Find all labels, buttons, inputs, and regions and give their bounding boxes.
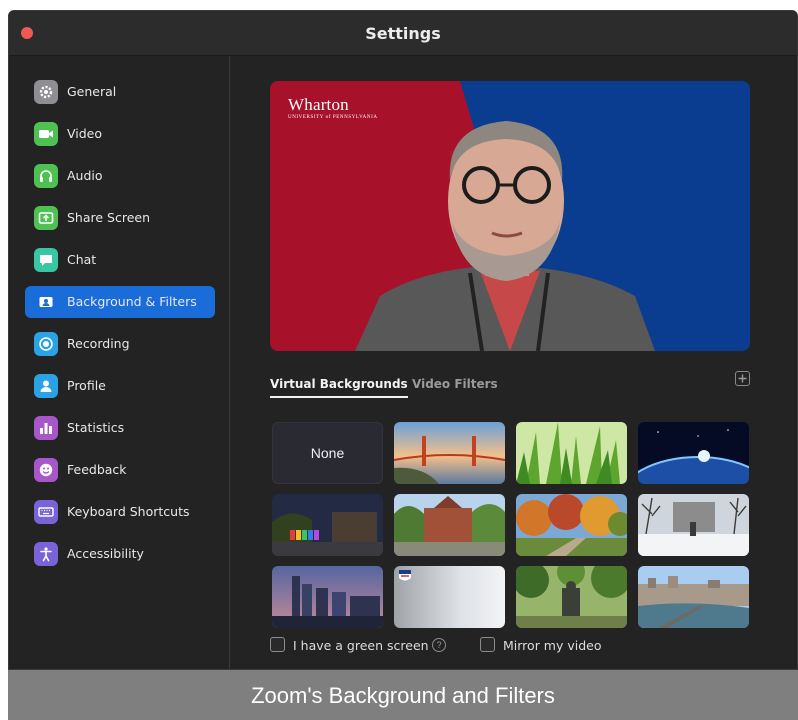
bar-chart-icon: [34, 416, 58, 440]
sidebar-item-label: Video: [67, 126, 103, 141]
sidebar-item-label: Feedback: [67, 462, 127, 477]
settings-sidebar: General Video Audio Share Screen Chat Ba…: [9, 56, 230, 669]
sidebar-item-general[interactable]: General: [25, 76, 215, 108]
title-bar: Settings: [9, 11, 797, 56]
green-screen-label: I have a green screen: [293, 638, 429, 653]
mirror-video-label: Mirror my video: [503, 638, 602, 653]
window-title: Settings: [365, 24, 441, 43]
background-gray-gradient-logo[interactable]: [394, 566, 505, 628]
green-screen-checkbox[interactable]: [270, 637, 285, 652]
background-grass[interactable]: [516, 422, 627, 484]
plus-icon: [738, 374, 747, 383]
background-filters-panel: Wharton UNIVERSITY of PENNSYLVANIA Virtu…: [231, 56, 797, 669]
accessibility-icon: [34, 542, 58, 566]
help-icon[interactable]: ?: [432, 638, 446, 652]
background-statue-trees[interactable]: [516, 566, 627, 628]
background-golden-gate-bridge[interactable]: [394, 422, 505, 484]
background-none[interactable]: None: [272, 422, 383, 484]
sidebar-item-label: Share Screen: [67, 210, 151, 225]
sidebar-item-label: Keyboard Shortcuts: [67, 504, 190, 519]
sidebar-item-background-filters[interactable]: Background & Filters: [25, 286, 215, 318]
keyboard-icon: [34, 500, 58, 524]
sidebar-item-label: Profile: [67, 378, 106, 393]
caption-text: Zoom's Background and Filters: [251, 683, 555, 708]
mirror-video-checkbox[interactable]: [480, 637, 495, 652]
caption-bar: Zoom's Background and Filters: [8, 670, 798, 720]
background-campus-building[interactable]: [394, 494, 505, 556]
background-campus-night-lights[interactable]: [272, 494, 383, 556]
sidebar-item-label: Background & Filters: [67, 294, 197, 309]
background-snowy-campus[interactable]: [638, 494, 749, 556]
sidebar-item-share-screen[interactable]: Share Screen: [25, 202, 215, 234]
add-background-button[interactable]: [735, 371, 750, 386]
record-icon: [34, 332, 58, 356]
settings-window: Settings General Video Audio Share Scree…: [8, 10, 798, 670]
sidebar-item-label: Audio: [67, 168, 103, 183]
sidebar-item-video[interactable]: Video: [25, 118, 215, 150]
smiley-icon: [34, 458, 58, 482]
wharton-logo: Wharton UNIVERSITY of PENNSYLVANIA: [288, 95, 378, 120]
gear-icon: [34, 80, 58, 104]
sidebar-item-label: Chat: [67, 252, 97, 267]
background-tabs: Virtual Backgrounds Video Filters: [270, 374, 750, 398]
sidebar-item-label: Recording: [67, 336, 130, 351]
background-city-river[interactable]: [638, 566, 749, 628]
chat-bubble-icon: [34, 248, 58, 272]
share-screen-icon: [34, 206, 58, 230]
sidebar-item-recording[interactable]: Recording: [25, 328, 215, 360]
headphones-icon: [34, 164, 58, 188]
sidebar-item-label: General: [67, 84, 117, 99]
sidebar-item-label: Accessibility: [67, 546, 144, 561]
preview-image: [270, 81, 750, 351]
logo-name: Wharton: [288, 95, 349, 114]
sidebar-item-statistics[interactable]: Statistics: [25, 412, 215, 444]
sidebar-item-chat[interactable]: Chat: [25, 244, 215, 276]
sidebar-item-profile[interactable]: Profile: [25, 370, 215, 402]
sidebar-item-keyboard-shortcuts[interactable]: Keyboard Shortcuts: [25, 496, 215, 528]
logo-subtitle: UNIVERSITY of PENNSYLVANIA: [288, 115, 378, 120]
person-icon: [34, 374, 58, 398]
tab-video-filters[interactable]: Video Filters: [412, 377, 498, 396]
tab-virtual-backgrounds[interactable]: Virtual Backgrounds: [270, 377, 408, 398]
video-preview: Wharton UNIVERSITY of PENNSYLVANIA: [270, 81, 750, 351]
video-camera-icon: [34, 122, 58, 146]
sidebar-item-audio[interactable]: Audio: [25, 160, 215, 192]
background-none-label: None: [310, 445, 345, 461]
background-earth-from-space[interactable]: [638, 422, 749, 484]
background-autumn-trees[interactable]: [516, 494, 627, 556]
sidebar-item-label: Statistics: [67, 420, 125, 435]
background-city-skyline-dusk[interactable]: [272, 566, 383, 628]
sidebar-item-accessibility[interactable]: Accessibility: [25, 538, 215, 570]
person-card-icon: [34, 290, 58, 314]
sidebar-item-feedback[interactable]: Feedback: [25, 454, 215, 486]
